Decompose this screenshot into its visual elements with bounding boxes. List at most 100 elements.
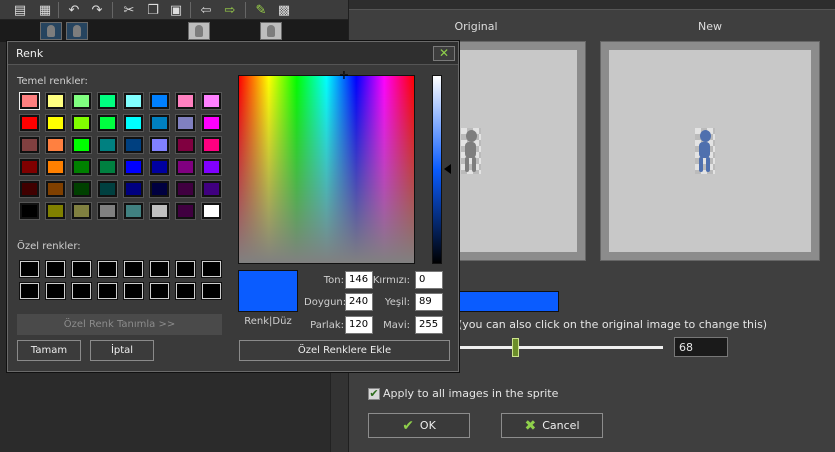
basic-color-swatch[interactable] <box>71 114 92 132</box>
selected-color-swatch[interactable] <box>458 291 559 312</box>
arrow-left-icon[interactable]: ⇦ <box>197 1 215 19</box>
custom-color-slot[interactable] <box>19 282 40 300</box>
pencil-icon[interactable]: ✎ <box>252 1 270 19</box>
undo-icon[interactable]: ↶ <box>65 1 83 19</box>
basic-color-swatch[interactable] <box>97 180 118 198</box>
basic-color-swatch[interactable] <box>201 158 222 176</box>
basic-color-swatch[interactable] <box>175 114 196 132</box>
basic-color-swatch[interactable] <box>123 136 144 154</box>
custom-color-slot[interactable] <box>71 282 92 300</box>
close-icon[interactable]: ✕ <box>433 46 455 61</box>
luminosity-arrow-icon[interactable] <box>444 164 451 174</box>
basic-color-swatch[interactable] <box>97 136 118 154</box>
red-field[interactable]: 0 <box>415 271 443 289</box>
basic-color-swatch[interactable] <box>175 180 196 198</box>
custom-color-slot[interactable] <box>123 282 144 300</box>
basic-color-swatch[interactable] <box>201 180 222 198</box>
add-to-custom-colors-button[interactable]: Özel Renklere Ekle <box>239 340 450 361</box>
tolerance-slider-track[interactable] <box>458 346 663 349</box>
basic-color-swatch[interactable] <box>45 158 66 176</box>
luminosity-bar[interactable] <box>432 75 442 264</box>
basic-color-swatch[interactable] <box>19 114 40 132</box>
ok-button[interactable]: ✔ OK <box>368 413 470 438</box>
basic-color-swatch[interactable] <box>71 202 92 220</box>
basic-color-swatch[interactable] <box>149 202 170 220</box>
basic-color-swatch[interactable] <box>97 158 118 176</box>
basic-color-swatch[interactable] <box>201 114 222 132</box>
basic-color-swatch[interactable] <box>45 202 66 220</box>
basic-color-swatch[interactable] <box>97 202 118 220</box>
frame-thumbnail[interactable] <box>188 22 210 40</box>
custom-color-slot[interactable] <box>201 282 222 300</box>
custom-color-slot[interactable] <box>45 282 66 300</box>
paste-icon[interactable]: ▣ <box>167 1 185 19</box>
custom-color-slot[interactable] <box>175 282 196 300</box>
basic-color-swatch[interactable] <box>201 136 222 154</box>
frame-thumbnail[interactable] <box>40 22 62 40</box>
color-ok-button[interactable]: Tamam <box>17 340 81 361</box>
crosshair-icon[interactable]: ✛ <box>339 70 349 81</box>
add-frame-icon[interactable]: ▦ <box>36 1 54 19</box>
color-cancel-button[interactable]: İptal <box>90 340 154 361</box>
custom-color-slot[interactable] <box>149 282 170 300</box>
cancel-button[interactable]: ✖ Cancel <box>501 413 603 438</box>
custom-color-slot[interactable] <box>19 260 40 278</box>
luminosity-field[interactable]: 120 <box>345 316 373 334</box>
green-field[interactable]: 89 <box>415 293 443 311</box>
basic-color-swatch[interactable] <box>175 158 196 176</box>
basic-color-swatch[interactable] <box>201 202 222 220</box>
frame-thumbnail[interactable] <box>260 22 282 40</box>
basic-color-swatch[interactable] <box>175 202 196 220</box>
custom-color-slot[interactable] <box>149 260 170 278</box>
color-spectrum[interactable] <box>238 75 415 264</box>
redo-icon[interactable]: ↷ <box>88 1 106 19</box>
basic-color-swatch[interactable] <box>19 136 40 154</box>
custom-color-slot[interactable] <box>97 282 118 300</box>
basic-color-swatch[interactable] <box>97 114 118 132</box>
basic-color-swatch[interactable] <box>175 136 196 154</box>
custom-color-slot[interactable] <box>123 260 144 278</box>
define-custom-colors-button[interactable]: Özel Renk Tanımla >> <box>17 314 222 335</box>
basic-color-swatch[interactable] <box>149 136 170 154</box>
basic-color-swatch[interactable] <box>123 92 144 110</box>
basic-color-swatch[interactable] <box>45 180 66 198</box>
hue-field[interactable]: 146 <box>345 271 373 289</box>
custom-color-slot[interactable] <box>201 260 222 278</box>
saturation-field[interactable]: 240 <box>345 293 373 311</box>
apply-all-checkbox[interactable]: ✔ <box>368 388 380 400</box>
custom-color-slot[interactable] <box>97 260 118 278</box>
basic-color-swatch[interactable] <box>71 158 92 176</box>
cut-icon[interactable]: ✂ <box>120 1 138 19</box>
basic-color-swatch[interactable] <box>123 114 144 132</box>
basic-color-swatch[interactable] <box>149 114 170 132</box>
basic-color-swatch[interactable] <box>19 202 40 220</box>
frames-icon[interactable]: ▩ <box>275 1 293 19</box>
basic-color-swatch[interactable] <box>175 92 196 110</box>
basic-color-swatch[interactable] <box>71 180 92 198</box>
basic-color-swatch[interactable] <box>149 158 170 176</box>
blue-field[interactable]: 255 <box>415 316 443 334</box>
frame-thumbnail[interactable] <box>66 22 88 40</box>
basic-color-swatch[interactable] <box>71 92 92 110</box>
basic-color-swatch[interactable] <box>149 92 170 110</box>
new-sprite-icon[interactable]: ▤ <box>11 1 29 19</box>
basic-color-swatch[interactable] <box>71 136 92 154</box>
basic-color-swatch[interactable] <box>45 114 66 132</box>
basic-color-swatch[interactable] <box>45 136 66 154</box>
custom-color-slot[interactable] <box>71 260 92 278</box>
arrow-right-icon[interactable]: ⇨ <box>221 1 239 19</box>
basic-color-swatch[interactable] <box>45 92 66 110</box>
copy-icon[interactable]: ❐ <box>144 1 162 19</box>
tolerance-slider-thumb[interactable] <box>512 338 519 357</box>
basic-color-swatch[interactable] <box>19 180 40 198</box>
custom-color-slot[interactable] <box>45 260 66 278</box>
basic-color-swatch[interactable] <box>123 158 144 176</box>
basic-color-swatch[interactable] <box>149 180 170 198</box>
basic-color-swatch[interactable] <box>123 180 144 198</box>
custom-color-slot[interactable] <box>175 260 196 278</box>
basic-color-swatch[interactable] <box>19 92 40 110</box>
tolerance-value-field[interactable]: 68 <box>674 337 728 357</box>
basic-color-swatch[interactable] <box>123 202 144 220</box>
basic-color-swatch[interactable] <box>19 158 40 176</box>
basic-color-swatch[interactable] <box>201 92 222 110</box>
